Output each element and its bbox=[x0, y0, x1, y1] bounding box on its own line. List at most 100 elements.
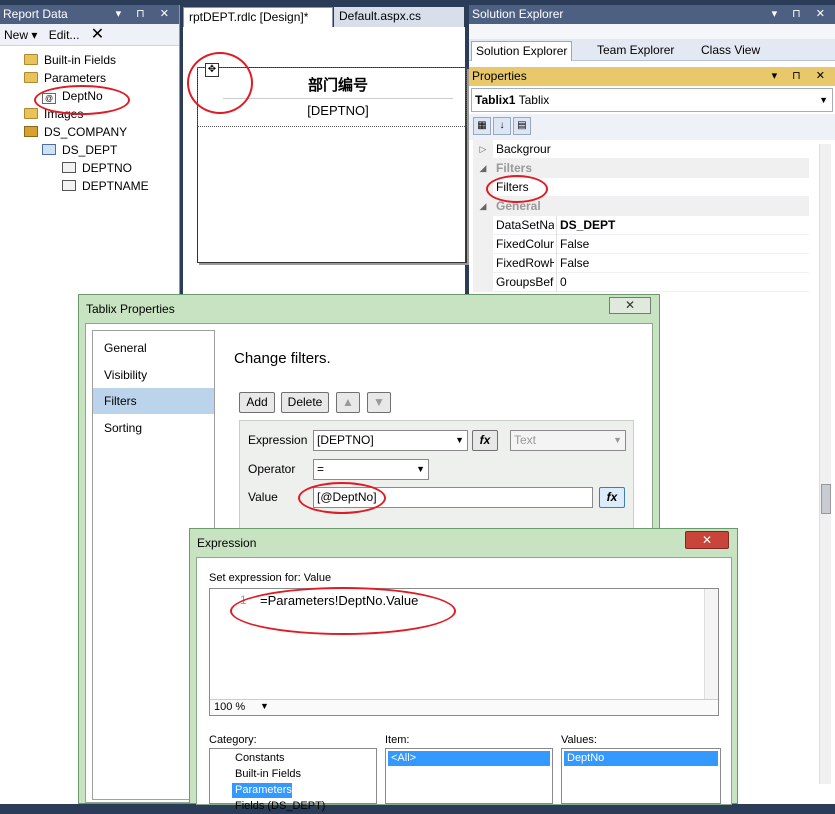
item-label: Item: bbox=[385, 734, 410, 746]
report-data-title-bar: Report Data ▾ ⊓ ✕ bbox=[0, 5, 179, 24]
delete-icon[interactable]: ✕ bbox=[91, 26, 104, 43]
tree-item-label: DeptNo bbox=[62, 89, 103, 103]
close-button[interactable]: ✕ bbox=[685, 531, 729, 549]
tab-team-explorer[interactable]: Team Explorer bbox=[593, 41, 678, 61]
expand-icon[interactable]: ◢ bbox=[473, 197, 493, 216]
properties-title-bar: Properties ▾ ⊓ ✕ bbox=[469, 67, 835, 86]
tree-item-parameters[interactable]: Parameters bbox=[24, 69, 106, 87]
property-row[interactable]: DataSetNa DS_DEPT bbox=[473, 216, 809, 235]
expression-editor[interactable]: 1 =Parameters!DeptNo.Value 100 % ▼ bbox=[209, 588, 719, 716]
object-selector[interactable]: Tablix1 Tablix ▼ bbox=[471, 88, 833, 112]
database-icon bbox=[24, 126, 38, 137]
panel-controls[interactable]: ▾ ⊓ ✕ bbox=[772, 67, 831, 86]
expression-dialog: Expression ✕ Set expression for: Value 1… bbox=[189, 528, 738, 812]
close-button[interactable]: ✕ bbox=[609, 297, 651, 314]
item-all[interactable]: <All> bbox=[388, 751, 550, 766]
move-up-button[interactable]: ▲ bbox=[336, 392, 360, 413]
property-value[interactable]: False bbox=[556, 254, 796, 273]
tree-item-param-deptno[interactable]: @ DeptNo bbox=[42, 87, 103, 105]
nav-item-general[interactable]: General bbox=[93, 335, 214, 361]
category-item-fields[interactable]: Fields (DS_DEPT) bbox=[232, 799, 325, 814]
tree-item-images[interactable]: Images bbox=[24, 105, 83, 123]
dataset-icon bbox=[42, 144, 56, 155]
parameter-icon: @ bbox=[42, 93, 56, 104]
property-pages-icon[interactable]: ▤ bbox=[513, 117, 531, 135]
row-gutter bbox=[473, 216, 493, 235]
chevron-down-icon: ▼ bbox=[819, 95, 828, 105]
design-surface[interactable]: ✥ 部门编号 [DEPTNO] bbox=[183, 27, 467, 295]
type-combo[interactable]: Text ▼ bbox=[510, 430, 626, 451]
properties-scrollbar[interactable] bbox=[819, 144, 831, 784]
zoom-combo[interactable]: 100 % bbox=[214, 701, 245, 713]
solution-explorer-title-bar: Solution Explorer ▾ ⊓ ✕ bbox=[469, 5, 835, 24]
nav-item-filters[interactable]: Filters bbox=[93, 388, 214, 414]
tree-item-field-deptname[interactable]: DEPTNAME bbox=[62, 177, 149, 195]
property-value[interactable]: False bbox=[556, 235, 796, 254]
tree-item-ds-dept[interactable]: DS_DEPT bbox=[42, 141, 117, 159]
category-label: Category: bbox=[209, 734, 257, 746]
editor-scrollbar[interactable] bbox=[704, 589, 718, 699]
tree-item-label: DS_DEPT bbox=[62, 143, 118, 157]
tab-default-aspx-cs[interactable]: Default.aspx.cs bbox=[334, 7, 464, 27]
field-icon bbox=[62, 180, 76, 191]
solution-explorer-panel: Solution Explorer ▾ ⊓ ✕ Solution Explore… bbox=[469, 5, 835, 67]
values-label: Values: bbox=[561, 734, 597, 746]
expression-fx-button[interactable]: fx bbox=[472, 430, 498, 451]
property-name: FixedColur bbox=[496, 237, 554, 251]
property-row[interactable]: Filters bbox=[473, 178, 809, 197]
nav-item-sorting[interactable]: Sorting bbox=[93, 415, 214, 441]
move-handle-icon[interactable]: ✥ bbox=[205, 63, 219, 77]
field-icon bbox=[62, 162, 76, 173]
properties-title: Properties bbox=[472, 69, 527, 83]
value-item-deptno[interactable]: DeptNo bbox=[564, 751, 718, 766]
tree-item-builtin-fields[interactable]: Built-in Fields bbox=[24, 51, 116, 69]
property-row[interactable]: ▷ Backgrour bbox=[473, 140, 809, 159]
tab-class-view[interactable]: Class View bbox=[697, 41, 764, 61]
categorized-icon[interactable]: ▦ bbox=[473, 117, 491, 135]
property-name: GroupsBef bbox=[496, 275, 554, 289]
property-name: General bbox=[496, 199, 541, 213]
chevron-down-icon: ▼ bbox=[455, 435, 464, 445]
expand-icon[interactable]: ▷ bbox=[473, 140, 493, 159]
property-value[interactable]: 0 bbox=[556, 273, 796, 292]
expand-icon[interactable]: ◢ bbox=[473, 159, 493, 178]
tablix-header-cell[interactable]: 部门编号 bbox=[223, 73, 453, 99]
add-button[interactable]: Add bbox=[239, 392, 275, 413]
filter-row: Expression [DEPTNO] ▼ fx Text ▼ Operator =… bbox=[239, 420, 634, 530]
expression-text[interactable]: =Parameters!DeptNo.Value bbox=[260, 593, 418, 608]
category-list[interactable]: Constants Built-in Fields Parameters Fie… bbox=[209, 748, 377, 812]
property-row[interactable]: GroupsBef 0 bbox=[473, 273, 809, 292]
row-gutter bbox=[473, 235, 493, 254]
value-fx-button[interactable]: fx bbox=[599, 487, 625, 508]
sort-alpha-icon[interactable]: ↓ bbox=[493, 117, 511, 135]
values-list[interactable]: DeptNo bbox=[561, 748, 721, 804]
chevron-down-icon[interactable]: ▼ bbox=[260, 701, 269, 711]
edit-button[interactable]: Edit... bbox=[49, 28, 80, 42]
property-value[interactable]: DS_DEPT bbox=[556, 216, 796, 235]
property-row[interactable]: FixedRowH False bbox=[473, 254, 809, 273]
value-input[interactable]: [@DeptNo] bbox=[313, 487, 593, 508]
panel-controls[interactable]: ▾ ⊓ ✕ bbox=[116, 5, 175, 24]
expression-combo[interactable]: [DEPTNO] ▼ bbox=[313, 430, 468, 451]
nav-item-visibility[interactable]: Visibility bbox=[93, 362, 214, 388]
tree-item-ds-company[interactable]: DS_COMPANY bbox=[24, 123, 127, 141]
report-data-toolbar: New ▾ Edit... ✕ bbox=[0, 24, 179, 46]
tab-solution-explorer[interactable]: Solution Explorer bbox=[471, 41, 573, 61]
property-row[interactable]: ◢ General bbox=[473, 197, 809, 216]
category-item-constants[interactable]: Constants bbox=[232, 751, 285, 766]
category-item-builtin[interactable]: Built-in Fields bbox=[232, 767, 301, 782]
new-button[interactable]: New ▾ bbox=[4, 28, 37, 42]
property-row[interactable]: FixedColur False bbox=[473, 235, 809, 254]
move-down-button[interactable]: ▼ bbox=[367, 392, 391, 413]
tablix-data-cell[interactable]: [DEPTNO] bbox=[223, 99, 453, 123]
panel-controls[interactable]: ▾ ⊓ ✕ bbox=[772, 5, 831, 24]
tree-item-label: Built-in Fields bbox=[44, 53, 117, 67]
item-list[interactable]: <All> bbox=[385, 748, 553, 804]
category-item-parameters[interactable]: Parameters bbox=[232, 783, 292, 798]
delete-button[interactable]: Delete bbox=[281, 392, 329, 413]
scroll-thumb[interactable] bbox=[821, 484, 831, 514]
tree-item-field-deptno[interactable]: DEPTNO bbox=[62, 159, 132, 177]
property-row[interactable]: ◢ Filters bbox=[473, 159, 809, 178]
tab-rptdept-design[interactable]: rptDEPT.rdlc [Design]* bbox=[183, 7, 333, 27]
operator-combo[interactable]: = ▼ bbox=[313, 459, 429, 480]
